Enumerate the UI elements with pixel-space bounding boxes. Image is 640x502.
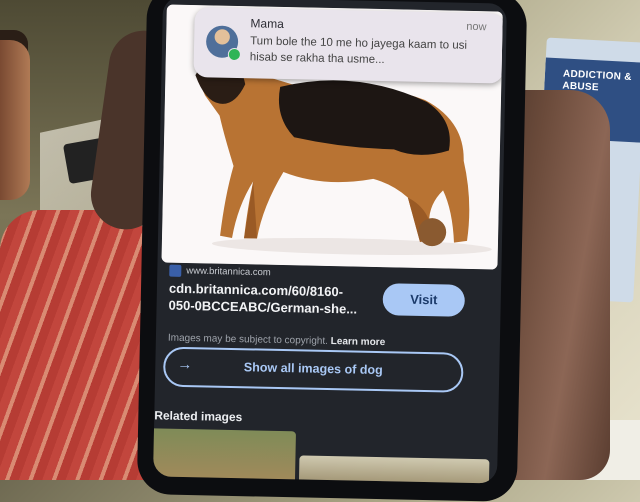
notification-message: Tum bole the 10 me ho jayega kaam to usi… xyxy=(249,35,468,67)
related-images-heading: Related images xyxy=(154,408,243,425)
copyright-notice: Images may be subject to copyright. Lear… xyxy=(168,333,386,349)
image-link[interactable]: cdn.britannica.com/60/8160-050-0BCCEABC/… xyxy=(168,280,369,318)
show-all-label: Show all images of dog xyxy=(243,360,383,378)
person-face xyxy=(0,40,30,200)
related-image-thumbnail[interactable] xyxy=(298,455,490,484)
copyright-text: Images may be subject to copyright. xyxy=(167,332,329,347)
site-favicon-icon xyxy=(169,264,182,277)
dog-image[interactable]: Mama now Tum bole the 10 me ho jayega ka… xyxy=(161,4,503,270)
visit-button[interactable]: Visit xyxy=(382,283,466,317)
source-site[interactable]: www.britannica.com xyxy=(169,264,271,279)
phone-screen: Mama now Tum bole the 10 me ho jayega ka… xyxy=(153,0,507,484)
notification-sender: Mama xyxy=(250,16,285,31)
source-domain: www.britannica.com xyxy=(186,265,271,279)
show-all-images-button[interactable]: → Show all images of dog xyxy=(162,346,464,393)
message-notification[interactable]: Mama now Tum bole the 10 me ho jayega ka… xyxy=(193,7,503,84)
notification-time: now xyxy=(466,20,487,34)
related-image-thumbnail[interactable] xyxy=(153,428,296,484)
whatsapp-badge-icon xyxy=(227,47,241,62)
striped-shirt xyxy=(0,210,150,480)
learn-more-link[interactable]: Learn more xyxy=(331,336,386,348)
